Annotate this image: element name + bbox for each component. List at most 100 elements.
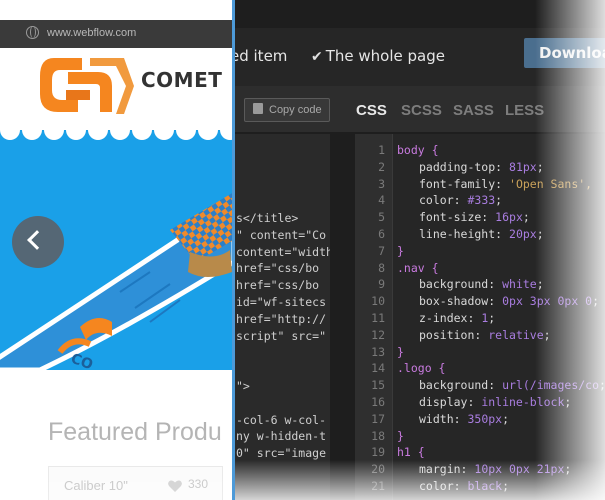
css-property: color: — [419, 193, 468, 208]
tab-sass[interactable]: SASS — [453, 102, 494, 119]
css-code-line: background: white; — [419, 277, 544, 292]
css-selector: } — [397, 428, 404, 443]
css-code-line: body { — [397, 142, 439, 159]
css-value: 'Open Sans', — [509, 176, 593, 191]
css-selector: h1 { — [397, 445, 425, 460]
css-property: background: — [419, 378, 503, 393]
html-code-line: -col-6 w-col- — [236, 412, 327, 427]
css-code-line: color: #333; — [419, 193, 503, 208]
html-code-line: ny w-hidden-t — [236, 429, 327, 444]
html-code-line: "> — [236, 379, 250, 393]
tab-less[interactable]: LESS — [505, 102, 544, 119]
line-number: 11 — [371, 311, 385, 325]
line-number: 8 — [378, 260, 385, 275]
css-property: background: — [419, 277, 503, 292]
css-value: 20px — [509, 227, 537, 241]
css-code-line: h1 { — [397, 444, 425, 461]
copy-icon — [253, 103, 263, 114]
css-code-line: z-index: 1; — [419, 311, 496, 325]
line-number: 19 — [371, 445, 385, 460]
css-property: font-size: — [419, 210, 496, 225]
css-property: margin: — [419, 462, 475, 477]
css-selector: .nav { — [397, 260, 439, 275]
css-value: 16px — [495, 210, 523, 225]
css-selector: .logo { — [397, 361, 446, 376]
css-value: black — [467, 479, 503, 493]
tab-css[interactable]: CSS — [356, 102, 387, 119]
html-code-editor[interactable]: s</title> " content="Co content="width href… — [234, 134, 330, 500]
css-code-line: width: 350px; — [419, 411, 510, 426]
copy-code-button[interactable]: Copy code — [244, 98, 330, 122]
css-property: font-family: — [419, 176, 510, 191]
html-code-line: id="wf-sitecs — [236, 295, 327, 309]
line-number: 5 — [378, 210, 385, 225]
line-number: 10 — [371, 294, 385, 309]
css-code-line: } — [397, 243, 404, 260]
css-value: url(/images/co — [502, 378, 600, 393]
css-code-line: display: inline-block; — [419, 395, 572, 409]
css-value: inline-block — [481, 395, 565, 409]
line-number: 16 — [371, 395, 385, 409]
line-number: 21 — [371, 479, 385, 493]
css-selector: } — [397, 344, 404, 359]
css-property: display: — [419, 395, 482, 409]
line-number: 13 — [371, 344, 385, 359]
comet-logo-icon[interactable] — [38, 52, 134, 118]
css-code-line: position: relative; — [419, 327, 551, 342]
html-code-line: href="http:// — [236, 311, 327, 326]
css-value: white — [502, 277, 537, 292]
line-number: 20 — [371, 462, 385, 477]
line-number: 2 — [378, 159, 385, 174]
css-code-line: color: black; — [419, 479, 510, 493]
product-name: Caliber 10" — [64, 478, 128, 493]
download-button[interactable]: Downloa — [524, 38, 605, 68]
copy-code-label: Copy code — [269, 104, 322, 116]
css-selector: } — [397, 243, 404, 258]
css-value: 350px — [467, 411, 503, 426]
css-property: z-index: — [419, 311, 482, 325]
html-code-line: script" src=" — [236, 328, 327, 343]
option-whole-page[interactable]: ✔ The whole page — [311, 47, 445, 65]
css-code-line: font-family: 'Open Sans', — [419, 176, 592, 193]
html-code-line: content="width — [236, 244, 330, 259]
site-preview: www.webflow.com COMET CO Featured Produ … — [0, 0, 234, 500]
css-code-line: } — [397, 428, 404, 445]
line-number: 17 — [371, 411, 385, 426]
heart-icon[interactable] — [168, 480, 182, 492]
css-code-line: .logo { — [397, 360, 445, 377]
css-property: padding-top: — [419, 159, 510, 174]
line-number: 4 — [378, 193, 385, 208]
option-whole-page-label: The whole page — [325, 47, 445, 65]
css-code-line: .nav { — [397, 260, 439, 277]
css-value: 10px 0px 21px — [474, 462, 565, 477]
url-text: www.webflow.com — [47, 27, 137, 39]
html-code-line: " content="Co — [236, 227, 327, 242]
tab-scss[interactable]: SCSS — [401, 102, 442, 119]
html-code-line: href="css/bo — [236, 261, 320, 276]
line-number: 18 — [371, 428, 385, 443]
svg-text:CO: CO — [69, 351, 95, 370]
css-code-line: } — [397, 344, 404, 361]
line-number: 7 — [378, 243, 385, 258]
html-code-line: s</title> — [236, 211, 299, 225]
css-code-line: line-height: 20px; — [419, 227, 544, 241]
scallop-edge — [0, 122, 234, 140]
css-code-line: padding-top: 81px; — [419, 159, 544, 174]
css-value: 81px — [509, 159, 537, 174]
line-number: 15 — [371, 378, 385, 393]
css-code-line: box-shadow: 0px 3px 0px 0; — [419, 294, 600, 309]
line-number: 9 — [378, 277, 385, 292]
option-selected-item[interactable]: ed item — [230, 47, 287, 65]
line-number: 1 — [378, 143, 385, 157]
css-code-line: font-size: 16px; — [419, 210, 530, 225]
css-property: box-shadow: — [419, 294, 503, 309]
css-property: line-height: — [419, 227, 510, 241]
like-count: 330 — [188, 477, 209, 491]
css-selector: body { — [397, 143, 439, 157]
split-divider[interactable] — [232, 0, 235, 500]
css-value: relative — [488, 327, 544, 342]
css-property: color: — [419, 479, 468, 493]
css-code-editor[interactable]: 1 body {2 padding-top: 81px; 3 font-family: … — [355, 134, 605, 500]
html-code-line: 0" src="image — [236, 446, 327, 461]
css-property: width: — [419, 411, 468, 426]
